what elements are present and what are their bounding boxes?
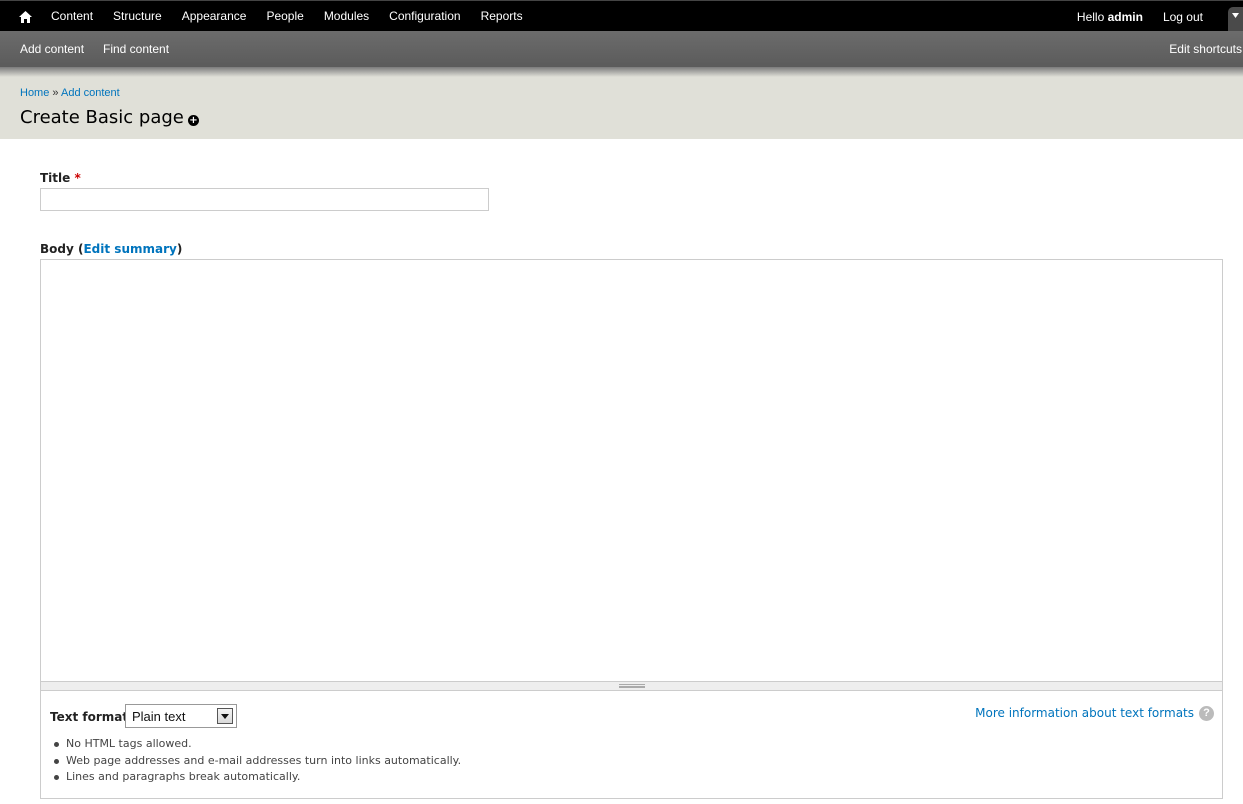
title-label: Title * xyxy=(40,171,81,185)
shortcuts-bar: Add content Find content Edit shortcuts xyxy=(0,31,1243,67)
home-icon-svg xyxy=(18,10,32,23)
toolbar-item-reports[interactable]: Reports xyxy=(471,1,533,32)
body-label: Body (Edit summary) xyxy=(40,242,182,256)
toolbar-item-content[interactable]: Content xyxy=(41,1,103,32)
admin-toolbar: Content Structure Appearance People Modu… xyxy=(0,0,1243,32)
breadcrumb-home[interactable]: Home xyxy=(20,87,49,99)
body-label-text: Body xyxy=(40,242,74,256)
body-textarea[interactable] xyxy=(40,259,1223,682)
toolbar-item-configuration[interactable]: Configuration xyxy=(379,1,470,32)
username[interactable]: admin xyxy=(1108,10,1143,24)
filter-tips-list: No HTML tags allowed. Web page addresses… xyxy=(52,736,461,786)
edit-shortcuts-link[interactable]: Edit shortcuts xyxy=(1169,42,1242,56)
help-icon[interactable]: ? xyxy=(1199,706,1214,721)
toolbar-shadow xyxy=(0,67,1243,77)
body-label-paren-close: ) xyxy=(176,242,183,256)
title-label-text: Title xyxy=(40,171,71,185)
breadcrumb-separator: » xyxy=(52,87,59,99)
text-format-selected: Plain text xyxy=(132,708,186,724)
shortcuts-toggle-button[interactable] xyxy=(1228,7,1243,32)
shortcut-add-content[interactable]: Add content xyxy=(20,42,84,56)
text-format-label: Text format xyxy=(50,710,129,724)
text-format-select[interactable]: Plain text xyxy=(125,704,237,728)
required-marker: * xyxy=(74,171,81,185)
toolbar-item-modules[interactable]: Modules xyxy=(314,1,379,32)
grippie-icon xyxy=(618,684,645,688)
toolbar-item-structure[interactable]: Structure xyxy=(103,1,172,32)
edit-summary-link[interactable]: Edit summary xyxy=(83,242,176,256)
page-header: Home » Add content Create Basic page + xyxy=(0,77,1243,139)
filter-tip: Web page addresses and e-mail addresses … xyxy=(52,753,461,770)
textarea-grippie[interactable] xyxy=(40,682,1223,691)
user-menu: Hello admin Log out xyxy=(1077,1,1203,32)
text-format-wrapper: Text format Plain text More information … xyxy=(40,691,1223,799)
shortcut-find-content[interactable]: Find content xyxy=(103,42,169,56)
add-shortcut-icon[interactable]: + xyxy=(188,115,199,126)
toolbar-menu: Content Structure Appearance People Modu… xyxy=(41,1,533,32)
home-icon[interactable] xyxy=(12,1,38,32)
breadcrumb: Home » Add content xyxy=(20,87,120,99)
filter-tip: Lines and paragraphs break automatically… xyxy=(52,769,461,786)
toolbar-item-appearance[interactable]: Appearance xyxy=(172,1,257,32)
page-title: Create Basic page xyxy=(20,107,184,128)
toolbar-item-people[interactable]: People xyxy=(256,1,313,32)
more-info-text-formats-link[interactable]: More information about text formats xyxy=(975,706,1194,720)
title-input[interactable] xyxy=(40,188,489,211)
logout-link[interactable]: Log out xyxy=(1163,10,1203,24)
greeting: Hello admin xyxy=(1077,10,1143,24)
chevron-down-icon xyxy=(221,713,229,719)
filter-tip: No HTML tags allowed. xyxy=(52,736,461,753)
greeting-text: Hello xyxy=(1076,9,1105,24)
dropdown-arrow-icon[interactable] xyxy=(217,708,233,724)
chevron-down-icon xyxy=(1232,13,1239,18)
breadcrumb-add-content[interactable]: Add content xyxy=(61,87,120,99)
